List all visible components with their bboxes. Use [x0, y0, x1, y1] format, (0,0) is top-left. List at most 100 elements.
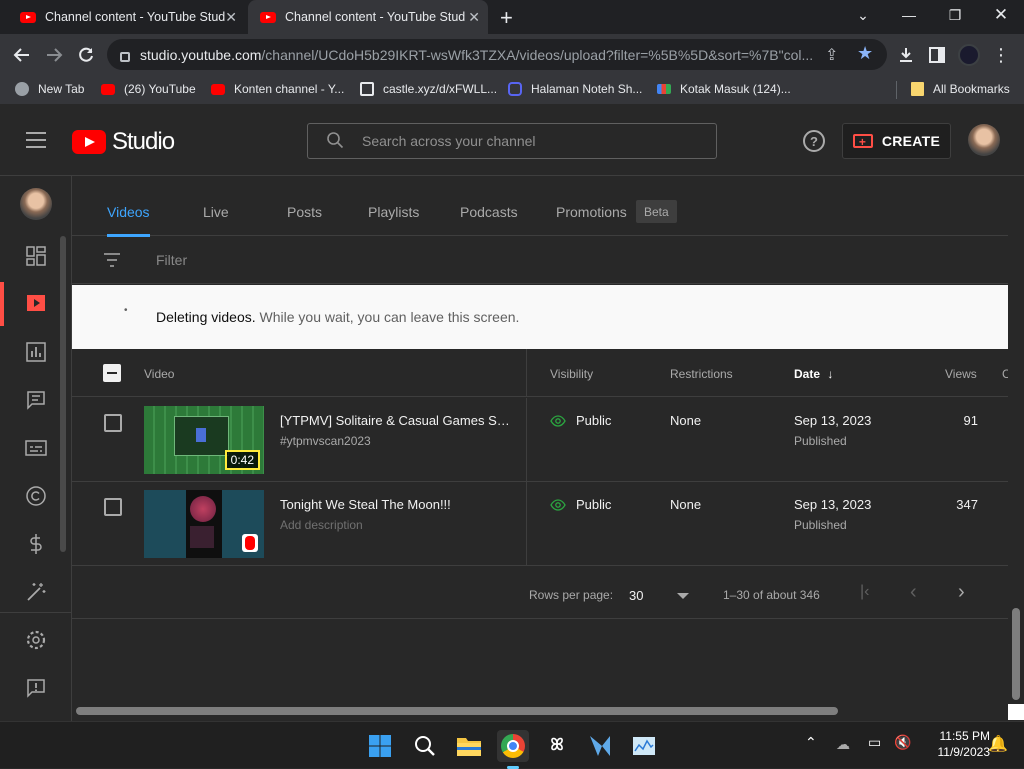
tray-overflow-icon[interactable]: ⌃ — [805, 734, 817, 751]
bookmark-item[interactable]: castle.xyz/d/xFWLL... — [360, 82, 497, 96]
tab-podcasts[interactable]: Podcasts — [460, 204, 518, 220]
table-header: Video Visibility Restrictions Date ↓ Vie… — [72, 349, 1008, 397]
notification-bell-icon[interactable]: 🔔 — [988, 734, 1008, 754]
filter-bar[interactable]: Filter — [72, 236, 1008, 284]
clock[interactable]: 11:55 PM 11/9/2023 — [920, 728, 991, 760]
kebab-menu-icon[interactable]: ⋮ — [988, 42, 1014, 68]
rows-per-page-select[interactable]: 30 — [628, 585, 692, 605]
next-page-icon[interactable]: › — [958, 581, 965, 604]
nav-settings[interactable] — [0, 618, 72, 662]
chrome-taskbar-icon[interactable] — [497, 730, 529, 769]
column-divider — [526, 398, 527, 482]
bookmark-star-icon[interactable]: ★ — [857, 43, 873, 64]
all-bookmarks-button[interactable]: All Bookmarks — [911, 82, 1010, 96]
globe-icon — [15, 82, 29, 96]
restore-icon[interactable]: ❐ — [932, 0, 978, 30]
video-title[interactable]: [YTPMV] Solitaire & Casual Games Sc... — [280, 413, 510, 428]
help-icon[interactable]: ? — [803, 130, 825, 152]
channel-avatar[interactable] — [20, 188, 52, 220]
date-value: Sep 13, 2023 — [794, 413, 872, 428]
video-thumbnail[interactable]: 0:42 — [144, 406, 264, 474]
close-tab-icon[interactable]: ✕ — [225, 9, 237, 26]
video-title[interactable]: Tonight We Steal The Moon!!! — [280, 497, 510, 512]
tab-posts[interactable]: Posts — [287, 204, 322, 220]
new-tab-button[interactable]: + — [500, 5, 513, 31]
col-date[interactable]: Date ↓ — [794, 367, 833, 381]
forward-arrow-icon[interactable] — [41, 42, 67, 68]
row-checkbox[interactable] — [104, 498, 122, 516]
youtube-logo-icon — [72, 130, 106, 154]
bookmark-label: Konten channel - Y... — [234, 82, 345, 96]
bookmark-item[interactable]: Halaman Noteh Sh... — [508, 82, 642, 96]
select-all-checkbox[interactable] — [103, 364, 121, 382]
visibility-cell[interactable]: Public — [550, 497, 611, 512]
status-value: Published — [794, 518, 847, 532]
close-tab-icon[interactable]: ✕ — [468, 9, 480, 26]
back-arrow-icon[interactable] — [9, 42, 35, 68]
table-row[interactable]: Tonight We Steal The Moon!!! Add descrip… — [72, 482, 1008, 566]
col-restrictions[interactable]: Restrictions — [670, 367, 733, 381]
bookmark-item[interactable]: Konten channel - Y... — [211, 82, 344, 96]
browser-tab-active[interactable]: Channel content - YouTube Stud ✕ — [248, 0, 488, 34]
search-input[interactable]: Search across your channel — [307, 123, 717, 159]
close-window-icon[interactable]: ✕ — [978, 0, 1024, 30]
minimize-icon[interactable]: — — [886, 0, 932, 30]
filter-icon[interactable] — [103, 252, 121, 268]
col-visibility[interactable]: Visibility — [550, 367, 593, 381]
account-avatar[interactable] — [968, 124, 1000, 156]
visibility-label: Public — [576, 413, 612, 428]
nav-scrollbar[interactable] — [60, 236, 66, 552]
bookmark-label: New Tab — [38, 82, 85, 96]
vertical-scrollbar[interactable] — [1012, 608, 1020, 700]
share-icon[interactable]: ⇪ — [825, 45, 838, 65]
tab-live[interactable]: Live — [203, 204, 229, 220]
restrictions-value: None — [670, 497, 702, 512]
scroll-corner — [1008, 704, 1024, 720]
youtube-icon — [260, 11, 276, 23]
hamburger-menu-icon[interactable] — [26, 132, 46, 148]
tab-playlists[interactable]: Playlists — [368, 204, 419, 220]
nav-customization[interactable] — [0, 570, 72, 614]
download-icon[interactable] — [893, 42, 919, 68]
taskbar-search-icon[interactable] — [409, 730, 441, 762]
table-row[interactable]: 0:42 [YTPMV] Solitaire & Casual Games Sc… — [72, 398, 1008, 482]
nav-feedback[interactable] — [0, 666, 72, 710]
app-taskbar-icon[interactable]: ꕤ — [541, 730, 573, 762]
side-panel-icon[interactable] — [924, 42, 950, 68]
create-button[interactable]: + CREATE — [842, 123, 951, 159]
monitor-taskbar-icon[interactable] — [628, 730, 660, 762]
windows-start-icon[interactable] — [364, 730, 396, 762]
video-description[interactable]: Add description — [280, 518, 363, 532]
visibility-cell[interactable]: Public — [550, 413, 611, 428]
copyright-icon — [26, 486, 46, 506]
reload-icon[interactable] — [73, 42, 99, 68]
row-checkbox[interactable] — [104, 414, 122, 432]
sort-down-arrow-icon[interactable]: ↓ — [827, 367, 833, 381]
studio-logo-text: Studio — [112, 128, 175, 155]
tab-promotions[interactable]: Promotions — [556, 204, 627, 220]
tab-videos[interactable]: Videos — [107, 204, 150, 237]
lock-icon[interactable] — [120, 51, 130, 62]
address-bar[interactable]: studio.youtube.com/channel/UCdoH5b29IKRT… — [107, 39, 887, 70]
bookmark-item[interactable]: Kotak Masuk (124)... — [657, 82, 791, 96]
studio-header: Studio Search across your channel ? + CR… — [0, 104, 1024, 176]
dollar-icon — [30, 534, 42, 554]
browser-tab[interactable]: Channel content - YouTube Stud ✕ — [10, 0, 245, 34]
bookmark-item[interactable]: (26) YouTube — [101, 82, 196, 96]
file-explorer-icon[interactable] — [453, 730, 485, 762]
studio-logo[interactable]: Studio — [72, 128, 175, 156]
tab-search-icon[interactable]: ⌄ — [840, 0, 886, 30]
previous-page-icon[interactable]: ‹ — [910, 581, 917, 604]
first-page-icon[interactable]: |‹ — [860, 583, 869, 601]
editor-taskbar-icon[interactable] — [584, 730, 616, 762]
horizontal-scrollbar[interactable] — [76, 707, 838, 715]
profile-avatar-icon[interactable] — [956, 42, 982, 68]
video-thumbnail[interactable] — [144, 490, 264, 558]
cloud-offline-icon[interactable]: ☁ — [836, 736, 850, 753]
network-icon[interactable]: ▭ — [868, 734, 881, 751]
create-video-icon: + — [852, 134, 873, 149]
volume-muted-icon[interactable]: 🔇 — [894, 734, 911, 751]
col-views[interactable]: Views — [945, 367, 977, 381]
youtube-icon — [211, 83, 225, 95]
bookmark-item[interactable]: New Tab — [15, 82, 84, 96]
